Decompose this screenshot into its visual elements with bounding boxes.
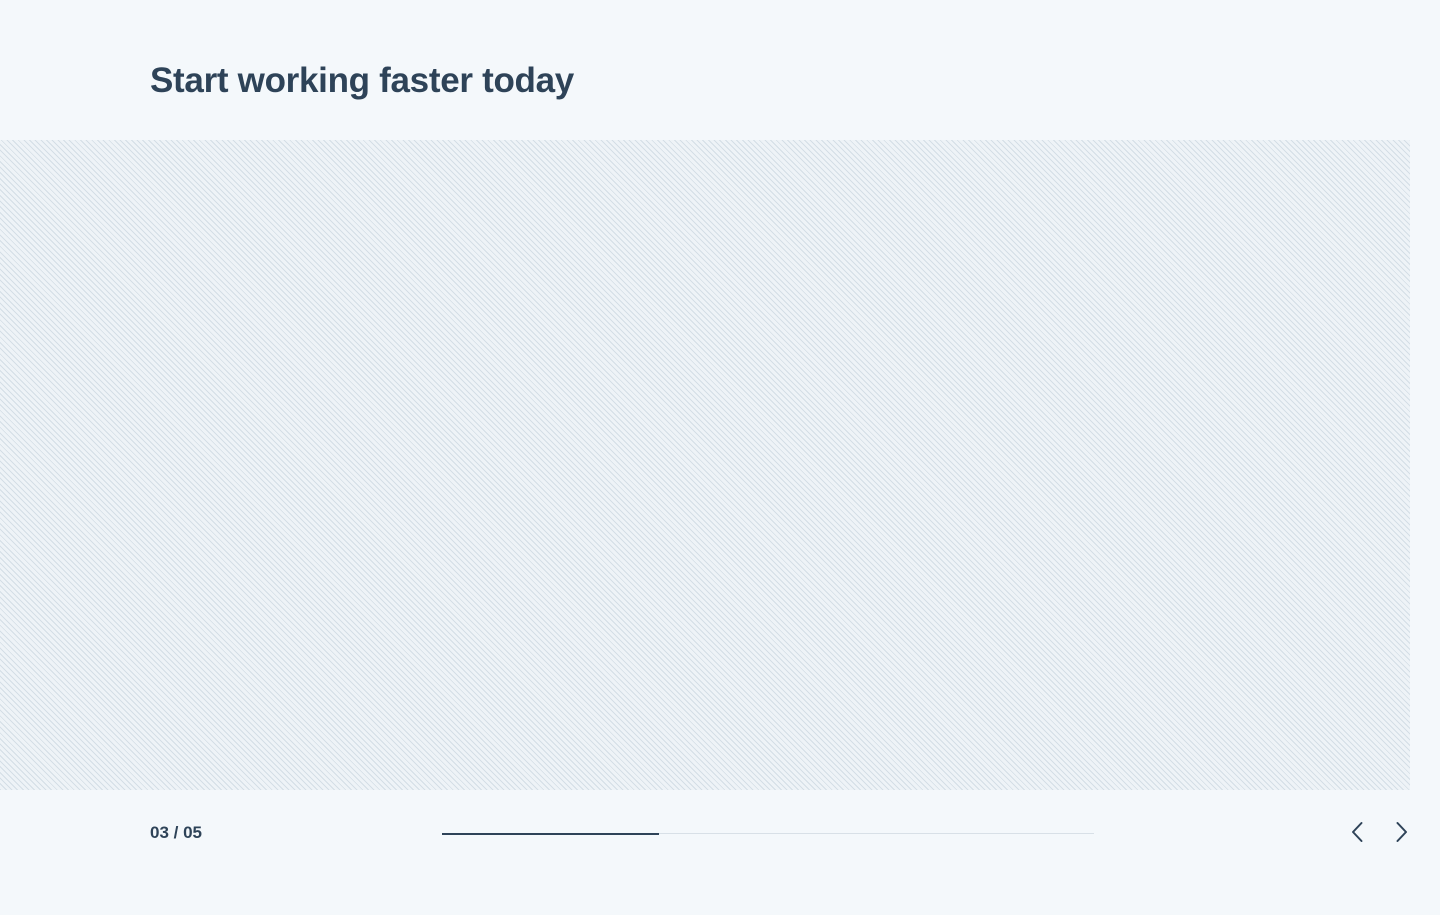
chevron-right-icon	[1396, 822, 1407, 842]
slide-progress-track	[442, 832, 1094, 835]
chevron-left-icon	[1352, 822, 1363, 842]
page-title: Start working faster today	[150, 61, 574, 100]
previous-slide-button[interactable]	[1342, 816, 1374, 848]
slide-progress-fill	[442, 832, 660, 835]
slide-media-placeholder	[0, 140, 1410, 790]
page: Start working faster today 03 / 05	[0, 0, 1440, 915]
slide-counter: 03 / 05	[150, 823, 202, 842]
next-slide-button[interactable]	[1385, 816, 1417, 848]
